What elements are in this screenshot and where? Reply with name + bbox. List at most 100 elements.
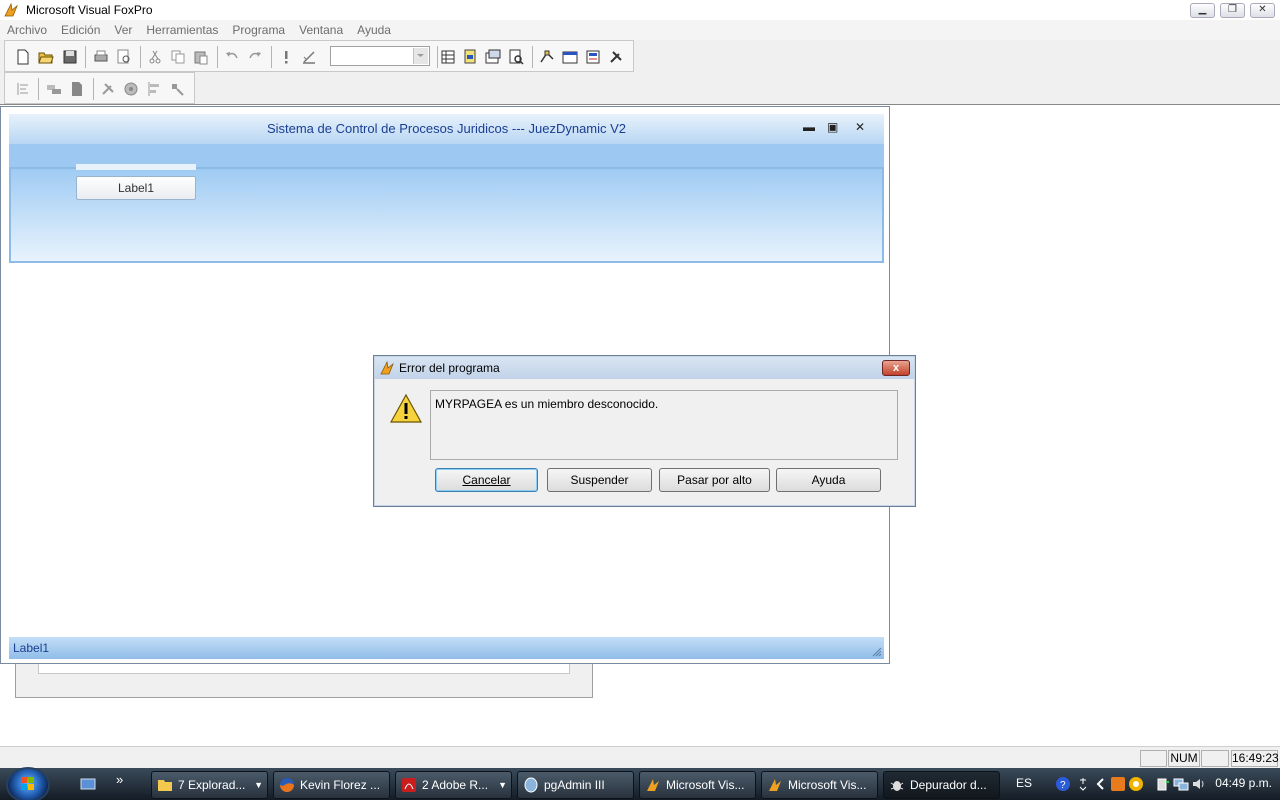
windows-logo-icon xyxy=(21,777,34,790)
taskbar-item-label: 2 Adobe R... xyxy=(422,778,489,792)
paste-icon[interactable] xyxy=(193,49,209,65)
toolbar-separator xyxy=(38,78,39,100)
taskbar-item-firefox[interactable]: Kevin Florez ... xyxy=(273,771,390,799)
new-file-icon[interactable] xyxy=(15,49,31,65)
open-folder-icon[interactable] xyxy=(38,49,54,65)
menu-programa[interactable]: Programa xyxy=(225,20,292,38)
page-icon[interactable] xyxy=(69,81,85,97)
align-icon[interactable] xyxy=(146,81,162,97)
language-bar-icon[interactable] xyxy=(1075,776,1091,792)
taskbar: » 7 Explorad... ▼ Kevin Florez ... 2 Adob… xyxy=(0,768,1280,800)
foxpro-icon xyxy=(4,2,18,17)
toolbar-combo[interactable] xyxy=(330,46,430,66)
print-preview-icon[interactable] xyxy=(116,49,132,65)
show-desktop-icon[interactable] xyxy=(80,776,96,792)
undo-icon[interactable] xyxy=(224,49,240,65)
menu-herramientas[interactable]: Herramientas xyxy=(139,20,225,38)
app-tray-icon[interactable] xyxy=(1110,776,1126,792)
form-close-button[interactable]: ✕ xyxy=(855,120,865,134)
taskbar-item-label: Microsoft Vis... xyxy=(788,778,867,792)
taskbar-item-label: 7 Explorad... xyxy=(178,778,246,792)
help-button[interactable]: Ayuda xyxy=(776,468,881,492)
taskbar-item-label: Kevin Florez ... xyxy=(300,778,381,792)
app-title: Microsoft Visual FoxPro xyxy=(26,3,153,17)
print-icon[interactable] xyxy=(93,49,109,65)
update-icon[interactable] xyxy=(1128,776,1144,792)
close-button[interactable]: ✕ xyxy=(1250,3,1275,18)
taskbar-item-pgadmin[interactable]: pgAdmin III xyxy=(517,771,634,799)
background-window[interactable] xyxy=(15,664,593,698)
cut-icon[interactable] xyxy=(147,49,163,65)
label1-button[interactable]: Label1 xyxy=(76,176,196,200)
taskbar-item-explorer[interactable]: 7 Explorad... ▼ xyxy=(151,771,268,799)
form-designer-toolbar xyxy=(4,72,195,104)
form-status-bar: Label1 xyxy=(9,637,884,659)
taskbar-item-debugger[interactable]: Depurador d... xyxy=(883,771,1000,799)
error-message-box: MYRPAGEA es un miembro desconocido. xyxy=(430,390,898,460)
menu-ayuda[interactable]: Ayuda xyxy=(350,20,398,38)
taskbar-item-adobe[interactable]: 2 Adobe R... ▼ xyxy=(395,771,512,799)
data-session-icon[interactable] xyxy=(440,49,456,65)
menu-archivo[interactable]: Archivo xyxy=(0,20,54,38)
cancel-button-label: Cancelar xyxy=(462,473,511,487)
network-icon[interactable] xyxy=(1173,776,1189,792)
suspend-button-label: Suspender xyxy=(570,473,629,487)
align-left-icon[interactable] xyxy=(15,81,31,97)
command-window-icon[interactable] xyxy=(462,49,478,65)
wizard-icon[interactable] xyxy=(169,81,185,97)
modify-form-icon[interactable] xyxy=(301,49,317,65)
chevron-down-icon[interactable] xyxy=(413,48,428,64)
foxpro-icon xyxy=(647,779,659,791)
dialog-close-button[interactable]: x xyxy=(882,360,910,376)
help-button-label: Ayuda xyxy=(811,473,846,487)
taskbar-item-foxpro-1[interactable]: Microsoft Vis... xyxy=(639,771,756,799)
tools-icon[interactable] xyxy=(100,81,116,97)
form-minimize-button[interactable]: ▬ xyxy=(803,120,815,134)
chevron-left-icon[interactable] xyxy=(1093,776,1109,792)
ignore-button-label: Pasar por alto xyxy=(677,473,752,487)
start-button[interactable] xyxy=(8,769,48,800)
save-icon[interactable] xyxy=(62,49,78,65)
tab-order-icon[interactable] xyxy=(46,81,62,97)
code-icon[interactable] xyxy=(508,49,524,65)
app-status-bar: NUM 16:49:23 xyxy=(0,746,1280,768)
system-tray: ES ? 04:49 p.m. xyxy=(1005,768,1280,800)
menu-ventana[interactable]: Ventana xyxy=(292,20,350,38)
form-page-tab[interactable] xyxy=(76,164,196,170)
suspend-button[interactable]: Suspender xyxy=(547,468,652,492)
status-cell-caps xyxy=(1140,750,1167,767)
resize-grip-icon[interactable] xyxy=(872,647,882,657)
foxpro-icon xyxy=(380,360,394,375)
pgadmin-icon xyxy=(524,777,538,793)
adobe-reader-icon xyxy=(402,778,416,792)
folder-icon xyxy=(158,780,172,791)
ignore-button[interactable]: Pasar por alto xyxy=(659,468,770,492)
copy-icon[interactable] xyxy=(170,49,186,65)
cancel-button[interactable]: Cancelar xyxy=(435,468,538,492)
quicklaunch-more[interactable]: » xyxy=(116,772,123,787)
restore-button[interactable]: ❐ xyxy=(1220,3,1245,18)
properties-icon[interactable] xyxy=(485,49,501,65)
form-maximize-button[interactable]: ▣ xyxy=(827,120,838,134)
wizard-icon[interactable] xyxy=(585,49,601,65)
dialog-title: Error del programa xyxy=(399,361,500,375)
language-indicator[interactable]: ES xyxy=(1016,776,1032,790)
builder-icon[interactable] xyxy=(562,49,578,65)
volume-icon[interactable] xyxy=(1191,776,1207,792)
taskbar-item-label: Depurador d... xyxy=(910,778,987,792)
menu-edicion[interactable]: Edición xyxy=(54,20,107,38)
menu-bar: Archivo Edición Ver Herramientas Programa Ven… xyxy=(0,20,1280,40)
run-icon[interactable] xyxy=(278,49,294,65)
menu-ver[interactable]: Ver xyxy=(107,20,139,38)
taskbar-item-label: pgAdmin III xyxy=(544,778,605,792)
safely-remove-icon[interactable] xyxy=(1155,776,1171,792)
network-icon[interactable] xyxy=(123,81,139,97)
redo-icon[interactable] xyxy=(247,49,263,65)
minimize-button[interactable]: ▁ xyxy=(1190,3,1215,18)
tools-icon[interactable] xyxy=(608,49,624,65)
help-icon[interactable]: ? xyxy=(1055,776,1071,792)
warning-icon xyxy=(390,393,422,423)
taskbar-clock[interactable]: 04:49 p.m. xyxy=(1215,776,1272,790)
taskbar-item-foxpro-2[interactable]: Microsoft Vis... xyxy=(761,771,878,799)
form-designer-icon[interactable] xyxy=(539,49,555,65)
